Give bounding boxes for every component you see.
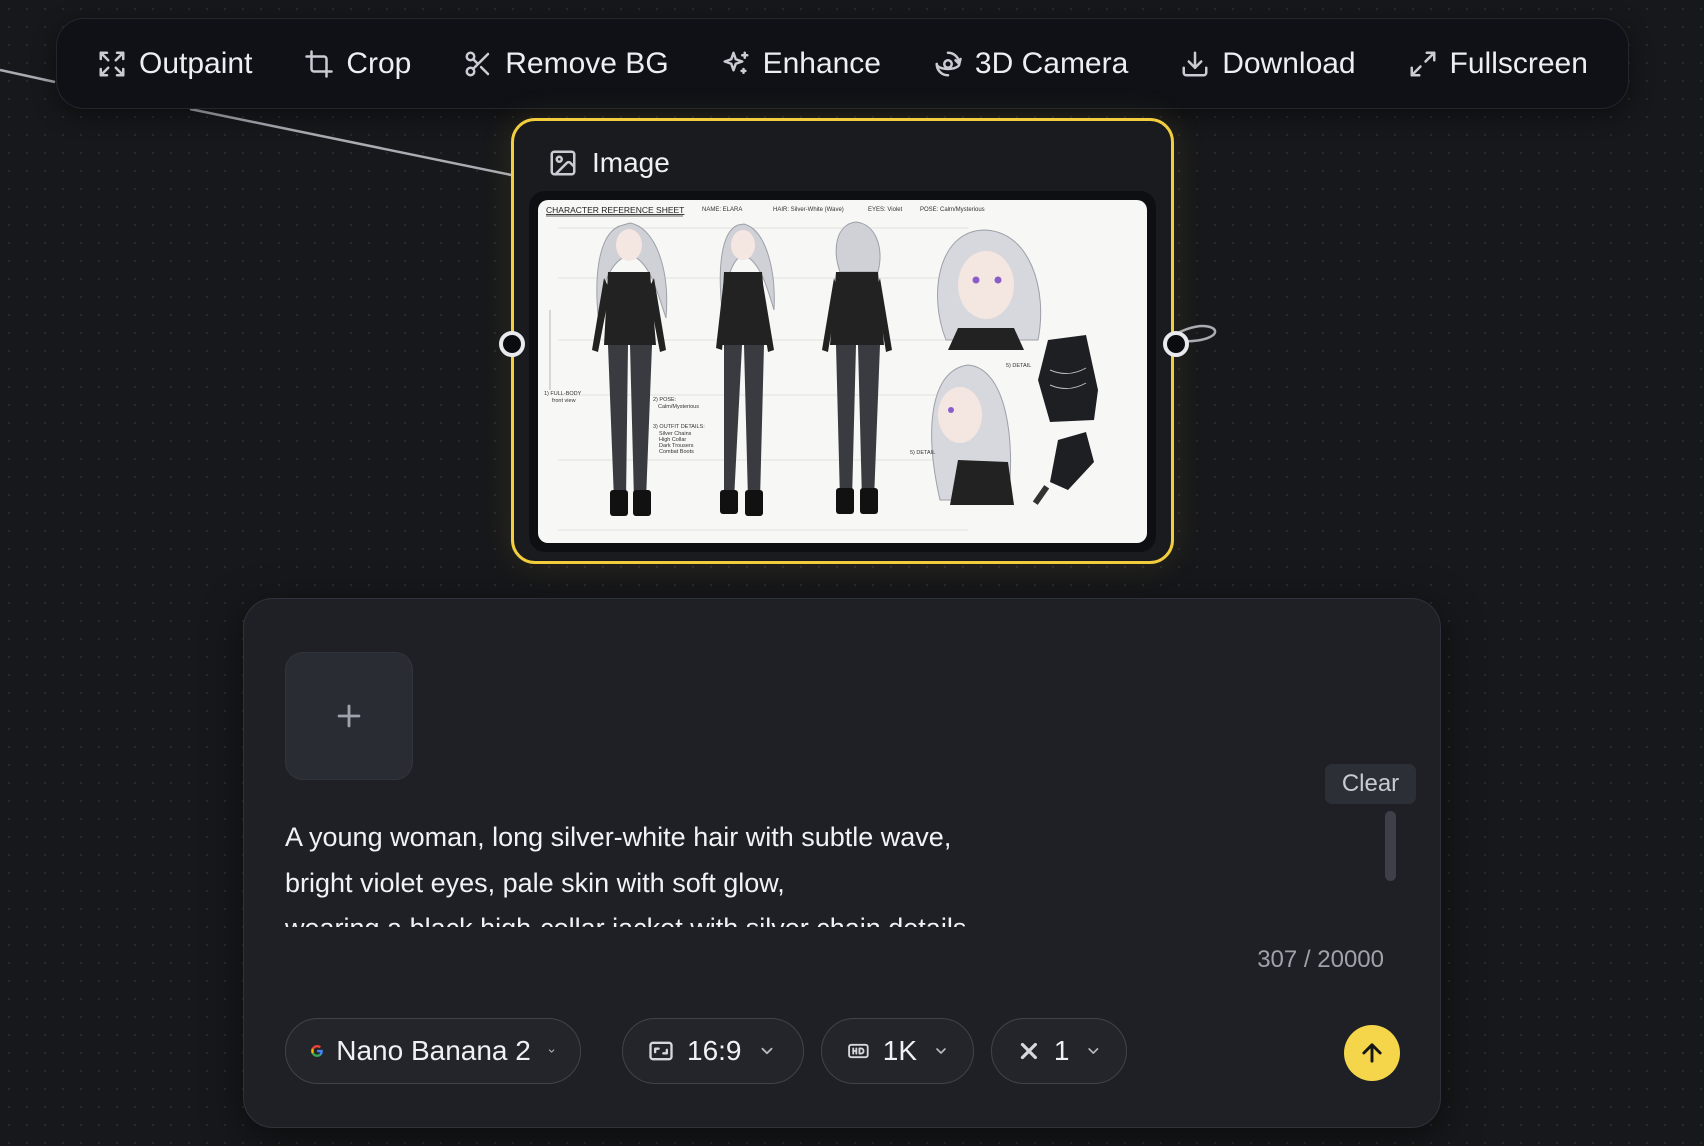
prompt-textarea[interactable]: A young woman, long silver-white hair wi… [285, 815, 1165, 927]
sheet-field-eyes: EYES: Violet [868, 207, 903, 213]
download-label: Download [1222, 46, 1356, 80]
generate-button[interactable] [1344, 1025, 1400, 1081]
node-title: Image [592, 147, 670, 178]
character-reference-sheet: CHARACTER REFERENCE SHEET NAME: ELARA HA… [538, 200, 1147, 543]
profile-closeup [931, 364, 1014, 505]
reference-sheet-art: CHARACTER REFERENCE SHEET NAME: ELARA HA… [544, 205, 1098, 531]
hd-icon [848, 1043, 869, 1059]
add-reference-button[interactable] [285, 652, 413, 780]
crop-icon [305, 49, 334, 78]
enhance-label: Enhance [762, 46, 881, 80]
sheet-field-pose: POSE: Calm/Mysterious [920, 207, 985, 213]
prompt-panel: Clear A young woman, long silver-white h… [243, 598, 1441, 1128]
3d-camera-button[interactable]: 3D Camera [933, 47, 1128, 81]
remove-bg-label: Remove BG [505, 46, 669, 80]
model-label: Nano Banana 2 [336, 1035, 531, 1066]
input-port[interactable] [499, 331, 525, 357]
count-label: 1 [1053, 1035, 1070, 1066]
clear-button[interactable]: Clear [1325, 764, 1416, 804]
image-frame: CHARACTER REFERENCE SHEET NAME: ELARA HA… [529, 191, 1156, 552]
download-icon [1182, 51, 1208, 76]
sheet-note-detail-1: 5) DETAIL [1006, 363, 1031, 369]
output-port[interactable] [1163, 331, 1189, 357]
crop-label: Crop [346, 46, 412, 80]
download-button[interactable]: Download [1180, 46, 1356, 81]
fullscreen-button[interactable]: Fullscreen [1408, 47, 1588, 81]
sheet-note-1: 1) FULL-BODY [544, 391, 582, 397]
remove-bg-button[interactable]: Remove BG [463, 46, 669, 81]
svg-text:front view: front view [552, 398, 576, 404]
node-header: Image [548, 147, 670, 179]
maximize-icon [1410, 51, 1436, 76]
sheet-field-hair: HAIR: Silver-White (Wave) [773, 207, 844, 213]
image-toolbar: Outpaint Crop Remove BG Enhance 3D Camer… [56, 18, 1629, 109]
chevron-down-icon [1088, 1048, 1099, 1054]
arrow-up-icon [1362, 1043, 1382, 1063]
plus-icon [337, 704, 361, 728]
aspect-ratio-select[interactable]: 16:9 [622, 1018, 804, 1084]
jacket-detail [1038, 335, 1098, 422]
sheet-note-3: 3) OUTFIT DETAILS: Silver Chains High Co… [653, 424, 705, 455]
expand-corners-icon [99, 51, 125, 76]
sheet-field-name: NAME: ELARA [702, 207, 742, 213]
fullscreen-label: Fullscreen [1449, 46, 1588, 80]
image-count-select[interactable]: 1 [991, 1018, 1127, 1084]
glove-detail [1032, 432, 1094, 505]
figure-three-quarter [716, 223, 775, 516]
figure-back [822, 221, 892, 514]
head-closeup [937, 229, 1042, 350]
3d-rotate-icon [935, 51, 962, 76]
outpaint-label: Outpaint [139, 46, 253, 80]
resolution-label: 1K [882, 1035, 918, 1066]
scissors-icon [465, 51, 490, 76]
svg-text:3) OUTFIT DETAILS:: 3) OUTFIT DETAILS: [653, 424, 705, 430]
resolution-select[interactable]: 1K [821, 1018, 974, 1084]
aspect-ratio-icon [649, 1041, 673, 1061]
sheet-note-2: 2) POSE: [653, 397, 677, 403]
outpaint-button[interactable]: Outpaint [97, 47, 252, 81]
crop-button[interactable]: Crop [304, 47, 411, 81]
aspect-label: 16:9 [687, 1035, 742, 1066]
svg-text:Combat Boots: Combat Boots [659, 449, 694, 455]
multiply-icon [1020, 1042, 1037, 1060]
chevron-down-icon [936, 1048, 946, 1054]
prompt-scrollbar[interactable] [1385, 811, 1396, 881]
enhance-button[interactable]: Enhance [721, 47, 881, 81]
character-counter: 307 / 20000 [1257, 946, 1384, 973]
sheet-note-detail-2: 5) DETAIL [910, 450, 935, 456]
sheet-header: CHARACTER REFERENCE SHEET [546, 205, 684, 215]
sparkles-icon [723, 51, 749, 74]
figure-front [592, 222, 668, 516]
3d-camera-label: 3D Camera [974, 46, 1129, 80]
image-node[interactable]: Image CHARACTER REFERENCE SHEET NAME: EL… [499, 118, 1189, 564]
image-icon [550, 150, 576, 176]
model-select[interactable]: Nano Banana 2 [285, 1018, 581, 1084]
chevron-down-icon [761, 1047, 772, 1055]
chevron-down-icon [548, 1049, 555, 1053]
svg-text:Calm/Mysterious: Calm/Mysterious [658, 404, 699, 410]
google-icon [311, 1045, 323, 1057]
